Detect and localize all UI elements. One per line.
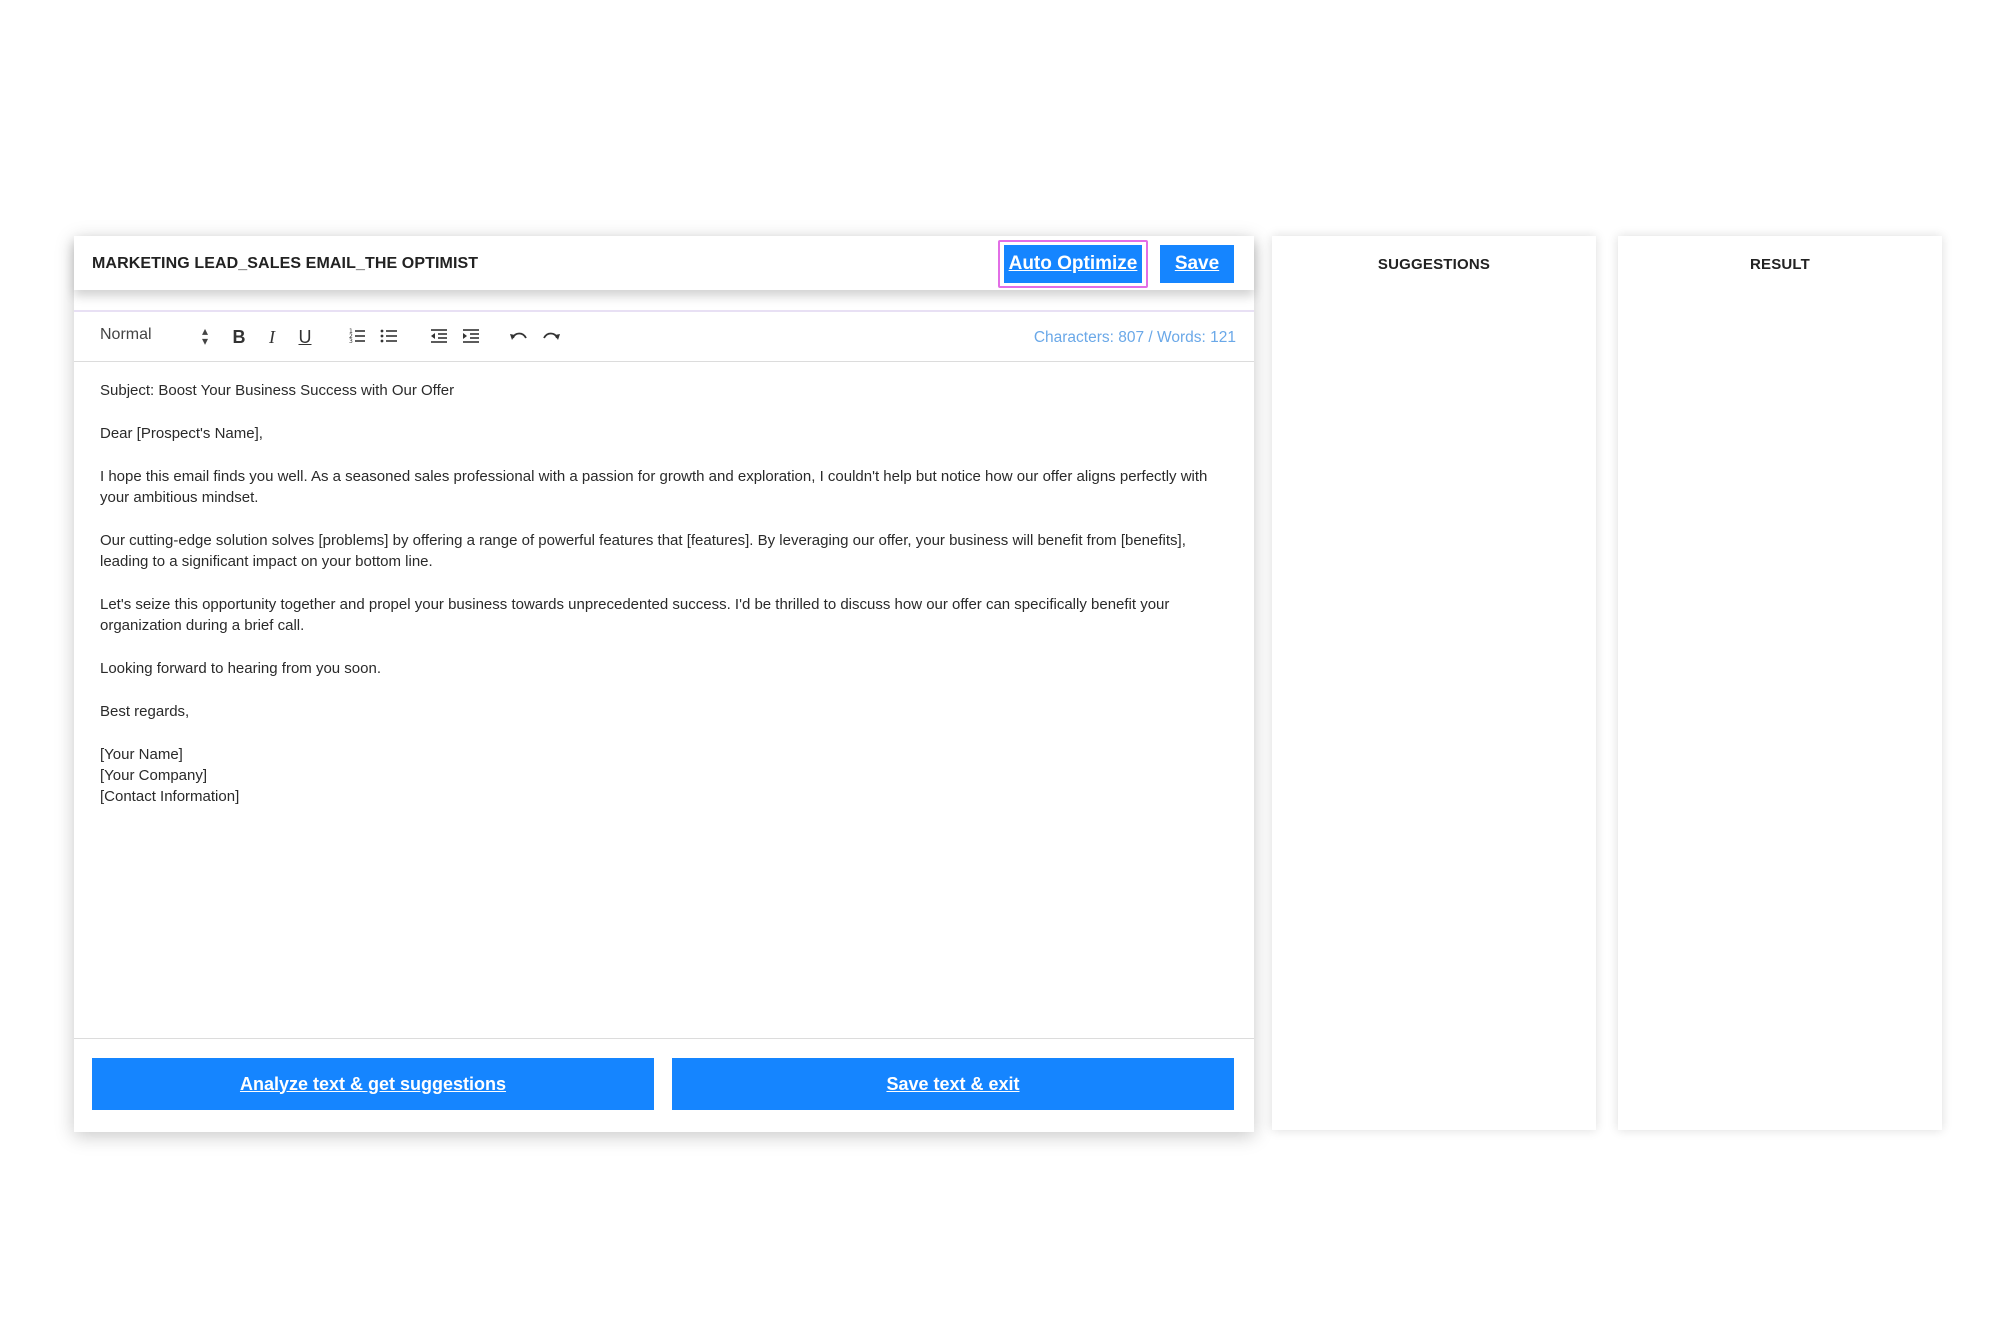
underline-icon[interactable]: U <box>294 325 316 349</box>
result-title: RESULT <box>1749 256 1811 273</box>
format-select[interactable]: Normal ▴ ▾ <box>100 324 208 348</box>
save-button[interactable]: Save <box>1160 245 1234 283</box>
signature-company: [Your Company] <box>100 767 208 784</box>
formatting-toolbar: Normal ▴ ▾ B I U 123 Characters: 807 / W… <box>74 312 1254 362</box>
select-caret-icon: ▴ ▾ <box>201 324 208 348</box>
italic-icon[interactable]: I <box>261 325 283 349</box>
bullet-list-icon[interactable] <box>378 325 400 349</box>
email-paragraph: Our cutting-edge solution solves [proble… <box>100 532 1186 570</box>
suggestions-panel: SUGGESTIONS <box>1272 236 1596 1130</box>
result-panel: RESULT <box>1618 236 1942 1130</box>
signature-name: [Your Name] <box>100 746 183 763</box>
signature-contact: [Contact Information] <box>100 788 240 805</box>
email-paragraph: I hope this email finds you well. As a s… <box>100 468 1208 506</box>
format-select-value: Normal <box>100 326 152 343</box>
email-body[interactable]: Subject: Boost Your Business Success wit… <box>100 380 1220 807</box>
editor-screen: MARKETING LEAD_SALES EMAIL_THE OPTIMIST … <box>0 0 2000 1318</box>
character-word-counter: Characters: 807 / Words: 121 <box>1033 329 1236 346</box>
auto-optimize-button[interactable]: Auto Optimize <box>1004 245 1142 283</box>
document-title: MARKETING LEAD_SALES EMAIL_THE OPTIMIST <box>92 255 479 272</box>
email-paragraph: Let's seize this opportunity together an… <box>100 596 1170 634</box>
text-editor: Normal ▴ ▾ B I U 123 Characters: 807 / W… <box>74 310 1254 1132</box>
save-exit-button[interactable]: Save text & exit <box>672 1058 1234 1110</box>
title-bar: MARKETING LEAD_SALES EMAIL_THE OPTIMIST … <box>74 236 1254 290</box>
undo-icon[interactable] <box>508 325 530 349</box>
ordered-list-icon[interactable]: 123 <box>346 325 368 349</box>
email-closing: Looking forward to hearing from you soon… <box>100 660 381 677</box>
indent-icon[interactable] <box>460 325 482 349</box>
editor-footer: Analyze text & get suggestions Save text… <box>74 1038 1254 1134</box>
redo-icon[interactable] <box>540 325 562 349</box>
suggestions-title: SUGGESTIONS <box>1377 256 1491 273</box>
email-subject: Subject: Boost Your Business Success wit… <box>100 382 455 399</box>
email-signature: [Your Name] [Your Company] [Contact Info… <box>100 744 1220 807</box>
svg-text:3: 3 <box>349 338 353 345</box>
email-sign-off: Best regards, <box>100 703 190 720</box>
bold-icon[interactable]: B <box>228 325 250 349</box>
email-greeting: Dear [Prospect's Name], <box>100 425 263 442</box>
outdent-icon[interactable] <box>428 325 450 349</box>
editor-panel: MARKETING LEAD_SALES EMAIL_THE OPTIMIST … <box>74 236 1254 1132</box>
analyze-button[interactable]: Analyze text & get suggestions <box>92 1058 654 1110</box>
